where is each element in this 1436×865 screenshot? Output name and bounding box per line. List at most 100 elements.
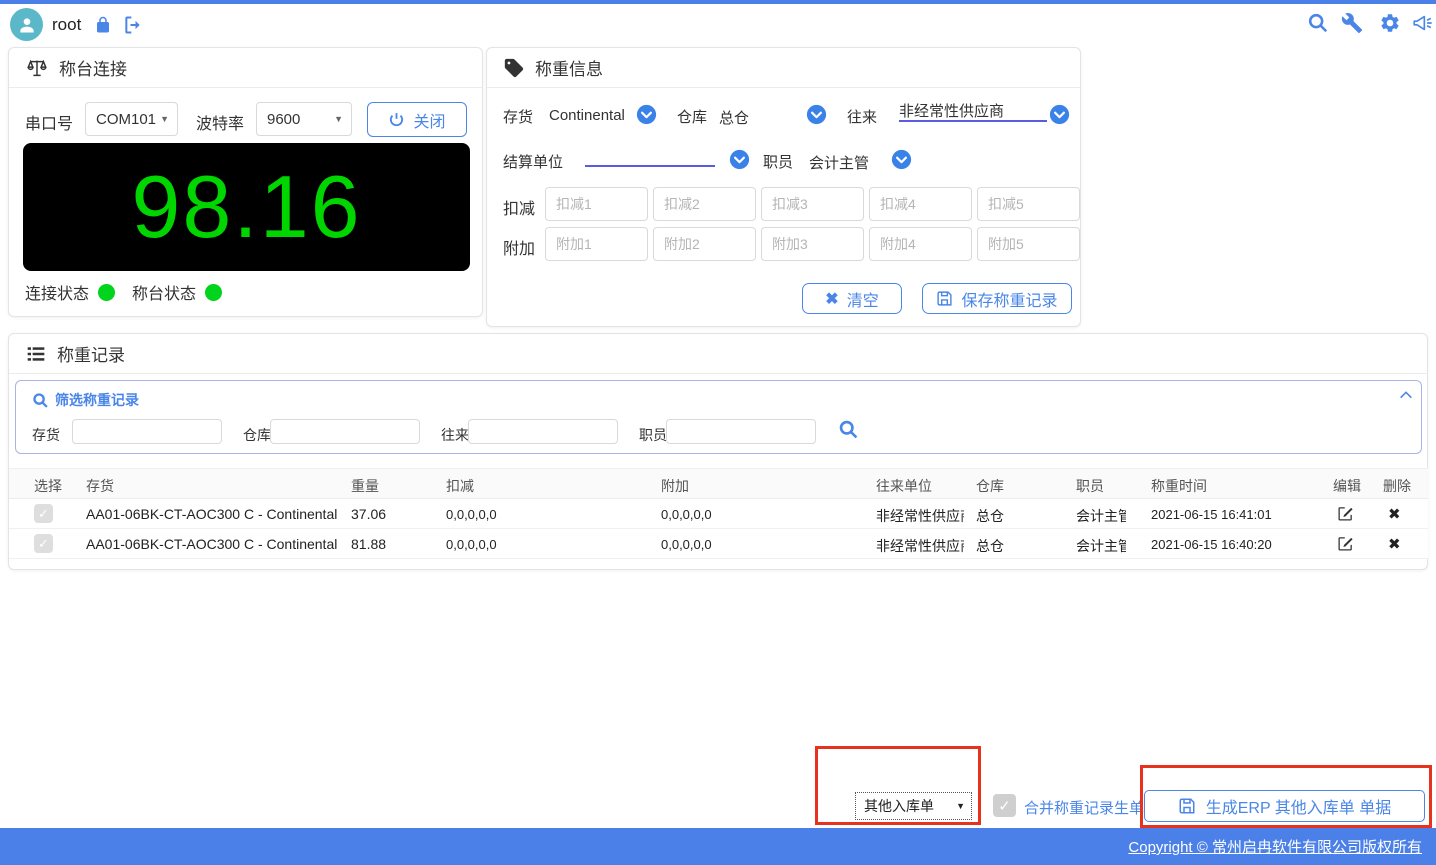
records-panel-header: 称重记录 [9,334,1427,374]
extra-label: 附加 [503,235,535,259]
col-select: 选择 [34,476,62,496]
records-panel-title: 称重记录 [57,341,125,366]
filter-staff-input[interactable] [666,419,816,444]
top-bar: root [0,4,1436,46]
serial-port-select[interactable]: COM101 ▼ [85,102,178,136]
wrench-icon[interactable] [1341,12,1365,36]
cell-deduct: 0,0,0,0,0 [446,507,497,522]
extra-input-2[interactable] [653,227,756,261]
save-icon [1178,797,1196,815]
settlement-unit-label: 结算单位 [503,151,563,172]
col-counterparty: 往来单位 [876,476,932,496]
col-extra: 附加 [661,476,689,496]
filter-inventory-label: 存货 [32,425,60,445]
list-icon [25,344,47,364]
warehouse-dropdown-icon[interactable] [806,104,827,125]
cell-deduct: 0,0,0,0,0 [446,537,497,552]
extra-input-4[interactable] [869,227,972,261]
power-icon [388,111,405,128]
info-panel-header: 称重信息 [487,48,1080,88]
filter-search-icon[interactable] [838,419,859,440]
edit-icon[interactable] [1337,535,1354,552]
generate-erp-button[interactable]: 生成ERP 其他入库单 单据 [1144,790,1425,822]
counterparty-input[interactable] [899,100,1047,122]
col-edit: 编辑 [1333,476,1361,496]
footer-bar: Copyright © 常州启冉软件有限公司版权所有 [0,828,1436,865]
user-avatar[interactable] [10,8,43,41]
counterparty-dropdown-icon[interactable] [1049,104,1070,125]
save-icon [936,290,953,307]
x-icon: ✖ [825,289,838,309]
extra-input-1[interactable] [545,227,648,261]
username-label: root [52,15,81,35]
deduct-input-1[interactable] [545,187,648,221]
cell-weight: 81.88 [351,536,386,552]
tag-icon [503,57,525,79]
deduct-input-3[interactable] [761,187,864,221]
filter-counterparty-input[interactable] [468,419,618,444]
deduct-label: 扣减 [503,195,535,219]
inventory-value: Continental [549,107,625,124]
merge-records-label: 合并称重记录生单 [1024,797,1144,818]
deduct-input-2[interactable] [653,187,756,221]
cell-staff: 会计主管 [1076,506,1126,526]
edit-icon[interactable] [1337,505,1354,522]
chevron-down-icon: ▼ [334,114,343,124]
filter-warehouse-input[interactable] [270,419,420,444]
connection-status-dot [98,284,115,301]
scale-connection-panel: 称台连接 串口号 COM101 ▼ 波特率 9600 ▼ 关闭 98.16 连接… [8,47,483,317]
col-deduct: 扣减 [446,476,474,496]
cell-time: 2021-06-15 16:40:20 [1151,537,1272,552]
cell-counterparty: 非经常性供应商 [876,536,964,556]
copyright-link[interactable]: Copyright © 常州启冉软件有限公司版权所有 [1128,836,1422,857]
cell-warehouse: 总仓 [976,506,1004,526]
status-row: 连接状态 称台状态 [25,280,222,304]
lock-icon[interactable] [94,15,112,35]
col-time: 称重时间 [1151,476,1207,496]
cell-inventory: AA01-06BK-CT-AOC300 C - Continental [86,506,344,522]
col-delete: 删除 [1383,476,1411,496]
cell-warehouse: 总仓 [976,536,1004,556]
scale-status-label: 称台状态 [132,280,196,304]
col-warehouse: 仓库 [976,476,1004,496]
settlement-dropdown-icon[interactable] [729,149,750,170]
filter-inventory-input[interactable] [72,419,222,444]
collapse-chevron-up-icon[interactable] [1398,389,1414,401]
table-row: ✓ AA01-06BK-CT-AOC300 C - Continental 37… [9,499,1428,529]
merge-records-checkbox[interactable]: ✓ [993,794,1016,817]
settlement-unit-input[interactable] [585,145,715,167]
scale-panel-title: 称台连接 [59,55,127,80]
inventory-dropdown-icon[interactable] [636,104,657,125]
cell-extra: 0,0,0,0,0 [661,537,712,552]
row-checkbox[interactable]: ✓ [34,534,53,553]
gear-icon[interactable] [1379,12,1403,36]
cell-extra: 0,0,0,0,0 [661,507,712,522]
extra-input-5[interactable] [977,227,1080,261]
filter-counterparty-label: 往来 [441,425,469,445]
clear-button[interactable]: ✖ 清空 [802,283,902,314]
deduct-input-5[interactable] [977,187,1080,221]
check-icon: ✓ [38,506,49,522]
counterparty-label: 往来 [847,106,877,127]
balance-scale-icon [25,57,49,79]
megaphone-icon[interactable] [1411,12,1435,36]
row-checkbox[interactable]: ✓ [34,504,53,523]
delete-icon[interactable]: ✖ [1388,535,1401,553]
save-weigh-record-button[interactable]: 保存称重记录 [922,283,1072,314]
serial-port-label: 串口号 [25,110,73,134]
chevron-down-icon: ▼ [956,801,965,811]
extra-input-3[interactable] [761,227,864,261]
delete-icon[interactable]: ✖ [1388,505,1401,523]
baud-rate-select[interactable]: 9600 ▼ [256,102,352,136]
filter-title[interactable]: 筛选称重记录 [32,390,139,410]
weight-value: 98.16 [131,156,361,258]
cell-counterparty: 非经常性供应商 [876,506,964,526]
weight-display: 98.16 [23,143,470,271]
staff-dropdown-icon[interactable] [891,149,912,170]
search-icon[interactable] [1307,12,1331,36]
logout-icon[interactable] [122,15,144,35]
deduct-input-4[interactable] [869,187,972,221]
baud-rate-label: 波特率 [196,110,244,134]
doc-type-select[interactable]: 其他入库单 ▼ [855,792,972,820]
close-connection-button[interactable]: 关闭 [367,102,467,137]
